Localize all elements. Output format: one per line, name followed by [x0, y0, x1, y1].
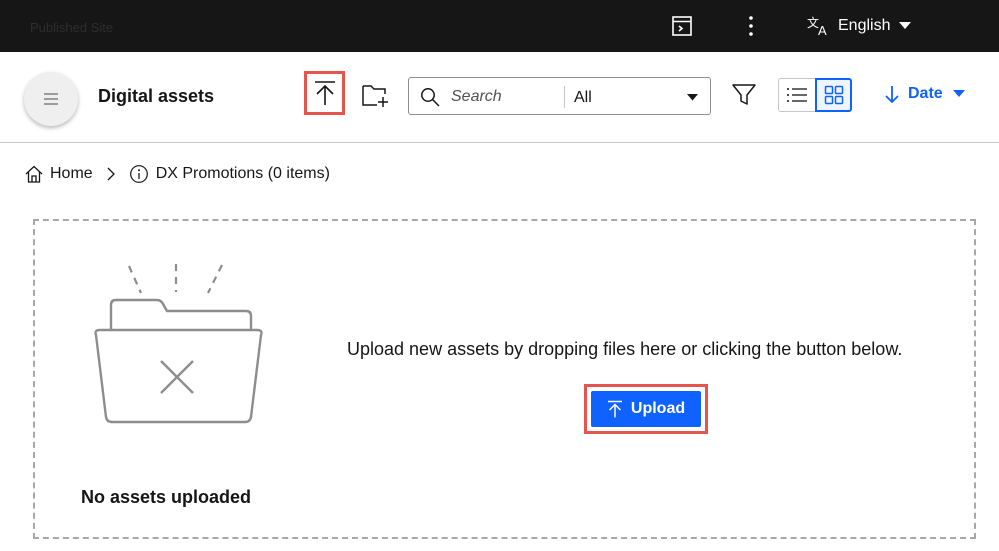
upload-icon: [314, 81, 335, 105]
upload-dropzone[interactable]: No assets uploaded Upload new assets by …: [33, 219, 976, 539]
hamburger-icon: [44, 93, 58, 105]
top-bar: Published Site 文 A English: [0, 0, 999, 52]
search-scope-value: All: [574, 88, 592, 106]
upload-button[interactable]: Upload: [591, 391, 701, 427]
caret-down-icon: [899, 22, 912, 29]
search-icon: [421, 88, 440, 107]
kebab-menu-icon[interactable]: [741, 14, 761, 38]
upload-toolbar-button[interactable]: [304, 71, 345, 115]
new-folder-icon[interactable]: [361, 82, 389, 108]
list-view-icon: [787, 88, 807, 102]
search-divider: [564, 86, 565, 108]
breadcrumb: Home DX Promotions (0 items): [24, 164, 330, 184]
search-input[interactable]: [451, 86, 551, 108]
empty-folder-icon: [94, 264, 263, 424]
home-icon: [25, 165, 43, 183]
grid-view-button[interactable]: [815, 78, 852, 112]
info-icon[interactable]: [129, 164, 149, 184]
language-label: English: [838, 17, 891, 34]
view-toggle: [778, 78, 855, 114]
empty-state-title: No assets uploaded: [81, 487, 252, 507]
page-title: Digital assets: [98, 86, 215, 106]
filter-icon[interactable]: [731, 82, 757, 108]
breadcrumb-current: DX Promotions (0 items): [155, 165, 330, 182]
translate-icon: 文 A: [807, 15, 827, 37]
site-hint: Published Site: [30, 20, 114, 35]
upload-button-label: Upload: [630, 400, 686, 417]
chevron-right-icon: [107, 167, 115, 181]
sort-button[interactable]: Date: [884, 85, 965, 103]
breadcrumb-home-link[interactable]: Home: [50, 165, 93, 183]
upload-button-highlight: Upload: [584, 384, 708, 434]
grid-view-icon: [824, 85, 843, 105]
language-switcher[interactable]: 文 A English: [806, 14, 912, 38]
menu-button[interactable]: [24, 72, 78, 126]
caret-down-icon: [952, 90, 965, 97]
search-scope-select[interactable]: All: [573, 78, 711, 114]
upload-icon: [607, 400, 622, 418]
search-box: All: [408, 77, 711, 115]
preview-panel-icon[interactable]: [671, 15, 693, 37]
list-view-button[interactable]: [778, 78, 815, 112]
chevron-down-icon: [687, 94, 698, 101]
empty-state-message: Upload new assets by dropping files here…: [347, 339, 903, 359]
assets-toolbar: Digital assets All: [0, 52, 999, 143]
svg-text:A: A: [818, 23, 827, 37]
sort-label: Date: [908, 85, 943, 102]
arrow-down-icon: [885, 86, 899, 103]
